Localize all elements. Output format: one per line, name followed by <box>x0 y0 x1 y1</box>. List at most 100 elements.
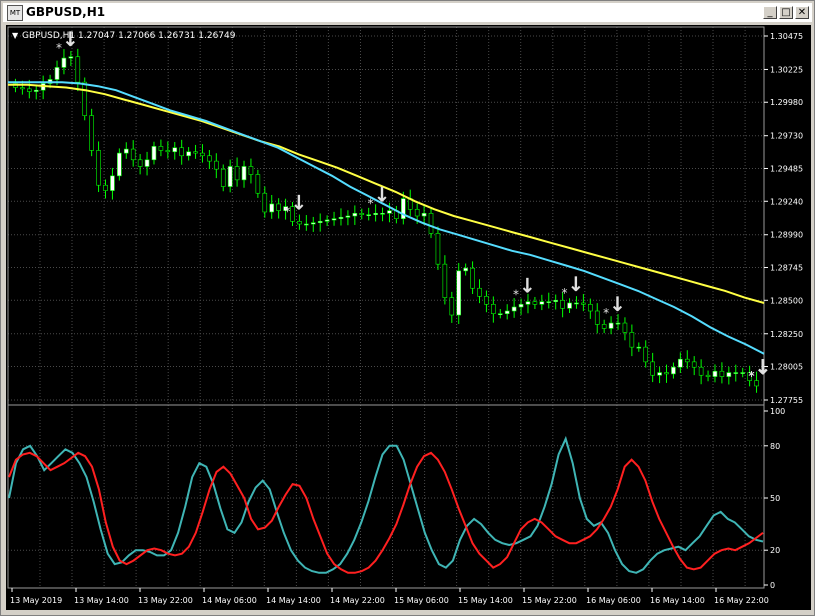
sell-arrow-icon: ↓ <box>755 355 772 379</box>
title-bar[interactable]: MT GBPUSD,H1 _ □ ✕ <box>3 3 812 22</box>
grid-lines <box>8 27 764 588</box>
time-axis-label: 15 May 22:00 <box>522 596 577 605</box>
bear-candle <box>477 287 482 297</box>
chart-window: MT GBPUSD,H1 _ □ ✕ * ↓ * ↓ * ↓ * ↓ * ↓ * ↓ * ↓ * ↓ * ↓ * ↓ *… <box>0 0 815 616</box>
bear-candle <box>560 300 565 309</box>
bull-candle <box>352 213 358 217</box>
bear-candle <box>428 213 434 234</box>
bull-candle <box>463 267 468 272</box>
bull-candle <box>539 301 545 305</box>
bear-candle <box>664 372 669 375</box>
stoch-tick-label: 100 <box>770 407 785 416</box>
bear-candle <box>214 160 219 170</box>
price-tick-label: 1.30225 <box>770 65 803 74</box>
price-tick-label: 1.28745 <box>770 264 803 273</box>
bear-candle <box>719 370 725 377</box>
time-axis-label: 13 May 2019 <box>10 596 62 605</box>
chart-canvas[interactable]: * ↓* ↓ * ↓* ↓ * ↓* ↓* ↓* ↓* ↓* ↓* ↓* ↓* ↓* ↓ 1.30475 1.30… <box>6 25 811 610</box>
bull-candle <box>54 67 60 80</box>
bear-candle <box>754 380 759 387</box>
moving-averages <box>8 81 765 355</box>
bear-candle <box>435 233 441 265</box>
bull-candle <box>331 218 337 221</box>
price-tick-label: 1.28500 <box>770 296 803 305</box>
axis-labels: 1.30475 1.30225 1.29980 1.29730 1.29485 1.292… <box>10 32 803 605</box>
bear-candle <box>650 361 655 376</box>
bull-candle <box>574 302 579 305</box>
bear-candle <box>220 168 226 187</box>
time-axis-label: 14 May 22:00 <box>330 596 385 605</box>
fast-moving-average-line <box>8 81 765 355</box>
price-tick-label: 1.29485 <box>770 164 803 173</box>
price-tick-label: 1.29980 <box>770 98 803 107</box>
bull-candle <box>504 310 510 314</box>
stochastic-panel <box>8 435 764 574</box>
bull-candle <box>144 159 150 167</box>
bull-candle <box>511 306 517 312</box>
bull-candle <box>518 304 524 308</box>
bear-candle <box>248 166 254 175</box>
maximize-button[interactable]: □ <box>779 6 793 19</box>
bull-candle <box>324 219 330 222</box>
bull-candle <box>345 215 351 218</box>
time-axis-label: 15 May 06:00 <box>394 596 449 605</box>
close-button[interactable]: ✕ <box>795 6 809 19</box>
minimize-button[interactable]: _ <box>763 6 777 19</box>
bear-candle <box>484 295 489 305</box>
bear-candle <box>698 366 704 376</box>
time-axis-label: 13 May 14:00 <box>74 596 129 605</box>
bull-candle <box>546 301 552 303</box>
bull-candle <box>241 166 247 181</box>
bear-candle <box>158 146 164 151</box>
bull-candle <box>733 372 739 374</box>
bull-candle <box>151 146 157 161</box>
price-tick-label: 1.28990 <box>770 231 803 240</box>
bear-candle <box>705 374 711 377</box>
collapse-arrow-icon[interactable]: ▼ <box>12 31 19 40</box>
bull-candle <box>186 151 191 157</box>
bear-candle <box>193 151 198 154</box>
bull-candle <box>497 313 503 315</box>
bull-candle <box>110 175 115 191</box>
bull-candle <box>456 270 462 316</box>
bull-candle <box>338 217 344 219</box>
bear-candle <box>179 147 184 157</box>
bull-candle <box>123 148 129 154</box>
bear-candle <box>470 267 475 289</box>
bull-candle <box>304 223 309 226</box>
price-tick-label: 1.30475 <box>770 32 803 41</box>
bear-candle <box>234 166 240 181</box>
window-title: GBPUSD,H1 <box>26 5 106 19</box>
bull-candle <box>421 213 427 217</box>
bear-candle <box>691 361 697 368</box>
stoch-tick-label: 50 <box>770 494 780 503</box>
signal-markers: * ↓* ↓ * ↓* ↓ * ↓* ↓* ↓* ↓* ↓* ↓* ↓* ↓* ↓* ↓ <box>56 27 771 383</box>
chart-window-icon[interactable]: MT <box>7 5 23 21</box>
bull-candle <box>33 89 39 92</box>
sell-arrow-icon: ↓ <box>519 273 536 297</box>
time-axis-label: 14 May 14:00 <box>266 596 321 605</box>
bull-candle <box>553 300 558 302</box>
bear-candle <box>82 81 88 116</box>
sell-arrow-icon: ↓ <box>374 182 391 206</box>
stoch-tick-label: 0 <box>770 581 775 590</box>
bear-candle <box>588 304 593 312</box>
time-axis-label: 16 May 06:00 <box>586 596 641 605</box>
bear-candle <box>629 332 635 348</box>
bear-candle <box>622 322 628 333</box>
stochastic-main-line <box>8 435 764 574</box>
bear-candle <box>137 159 143 167</box>
price-tick-label: 1.27755 <box>770 396 803 405</box>
sell-arrow-icon: ↓ <box>609 292 626 316</box>
bull-candle <box>117 152 122 177</box>
bear-candle <box>255 174 261 194</box>
bull-candle <box>317 221 323 223</box>
bull-candle <box>380 213 385 215</box>
price-tick-label: 1.28005 <box>770 363 803 372</box>
bear-candle <box>130 148 136 161</box>
bull-candle <box>671 366 676 375</box>
bear-candle <box>442 263 448 298</box>
price-tick-label: 1.29730 <box>770 132 803 141</box>
bull-candle <box>740 372 745 374</box>
bear-candle <box>601 324 607 329</box>
